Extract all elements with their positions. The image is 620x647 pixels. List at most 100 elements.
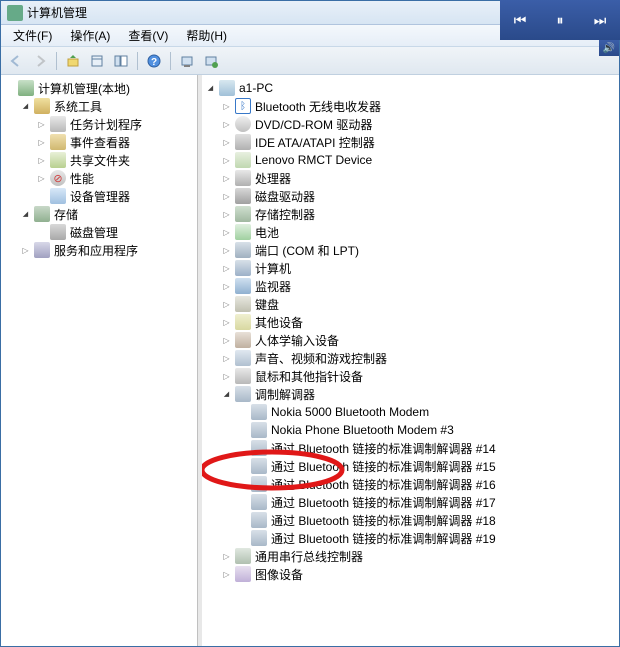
tree-label: Nokia 5000 Bluetooth Modem: [271, 405, 429, 419]
expander-icon[interactable]: [220, 388, 233, 401]
media-player-overlay: ⏮ ⏸ ⏭: [500, 0, 620, 40]
tree-label: 系统工具: [54, 98, 102, 115]
expander-icon[interactable]: [220, 100, 233, 113]
tree-label: 计算机: [255, 260, 291, 277]
expander-icon[interactable]: [220, 118, 233, 131]
expander-icon[interactable]: [220, 172, 233, 185]
expander-icon[interactable]: [220, 316, 233, 329]
expander-icon[interactable]: [220, 370, 233, 383]
device-hid[interactable]: 人体学输入设备: [220, 331, 617, 349]
other-icon: [235, 314, 251, 330]
export-button[interactable]: [200, 50, 222, 72]
device-imaging[interactable]: 图像设备: [220, 565, 617, 583]
expander-icon[interactable]: [35, 136, 48, 149]
expander-icon[interactable]: [19, 208, 32, 221]
device-sound[interactable]: 声音、视频和游戏控制器: [220, 349, 617, 367]
modem-item[interactable]: Nokia 5000 Bluetooth Modem: [236, 403, 617, 421]
device-modem[interactable]: 调制解调器: [220, 385, 617, 403]
volume-icon[interactable]: 🔊: [599, 40, 619, 56]
expander-icon[interactable]: [220, 334, 233, 347]
properties-button[interactable]: [86, 50, 108, 72]
tree-task-scheduler[interactable]: 任务计划程序: [35, 115, 195, 133]
expander-icon[interactable]: [220, 136, 233, 149]
expander-icon[interactable]: [35, 154, 48, 167]
device-cpu[interactable]: 处理器: [220, 169, 617, 187]
modem-item[interactable]: 通过 Bluetooth 链接的标准调制解调器 #18: [236, 511, 617, 529]
device-bluetooth[interactable]: Bluetooth 无线电收发器: [220, 97, 617, 115]
modem-icon: [235, 386, 251, 402]
modem-item[interactable]: 通过 Bluetooth 链接的标准调制解调器 #19: [236, 529, 617, 547]
tree-root-local[interactable]: 计算机管理(本地): [3, 79, 195, 97]
device-monitor[interactable]: 监视器: [220, 277, 617, 295]
keyboard-icon: [235, 296, 251, 312]
modem-item[interactable]: 通过 Bluetooth 链接的标准调制解调器 #15: [236, 457, 617, 475]
tree-services-apps[interactable]: 服务和应用程序: [19, 241, 195, 259]
tree-label: 电池: [255, 224, 279, 241]
tree-shared-folders[interactable]: 共享文件夹: [35, 151, 195, 169]
tree-label: 通过 Bluetooth 链接的标准调制解调器 #19: [271, 530, 496, 547]
media-pause-button[interactable]: ⏸: [546, 6, 574, 34]
menu-action[interactable]: 操作(A): [62, 25, 118, 46]
cpu-icon: [235, 170, 251, 186]
tree-performance[interactable]: 性能: [35, 169, 195, 187]
device-root-pc[interactable]: a1-PC: [204, 79, 617, 97]
tree-label: a1-PC: [239, 81, 273, 95]
expander-icon[interactable]: [220, 298, 233, 311]
menu-help[interactable]: 帮助(H): [178, 25, 235, 46]
expander-icon[interactable]: [35, 172, 48, 185]
tree-disk-management[interactable]: 磁盘管理: [35, 223, 195, 241]
expander-icon[interactable]: [220, 568, 233, 581]
device-storage-controller[interactable]: 存储控制器: [220, 205, 617, 223]
tree-system-tools[interactable]: 系统工具: [19, 97, 195, 115]
expander-icon[interactable]: [220, 280, 233, 293]
expander-icon[interactable]: [204, 82, 217, 95]
expander-icon[interactable]: [220, 208, 233, 221]
forward-button[interactable]: [29, 50, 51, 72]
modem-item[interactable]: Nokia Phone Bluetooth Modem #3: [236, 421, 617, 439]
device-port[interactable]: 端口 (COM 和 LPT): [220, 241, 617, 259]
device-usb[interactable]: 通用串行总线控制器: [220, 547, 617, 565]
expander-icon[interactable]: [220, 352, 233, 365]
back-button[interactable]: [5, 50, 27, 72]
device-keyboard[interactable]: 键盘: [220, 295, 617, 313]
up-button[interactable]: [62, 50, 84, 72]
tree-label: 其他设备: [255, 314, 303, 331]
device-other[interactable]: 其他设备: [220, 313, 617, 331]
separator-icon: [137, 52, 138, 70]
expander-icon[interactable]: [220, 154, 233, 167]
expander-icon[interactable]: [220, 190, 233, 203]
device-mouse[interactable]: 鼠标和其他指针设备: [220, 367, 617, 385]
expander-icon[interactable]: [220, 262, 233, 275]
media-next-button[interactable]: ⏭: [586, 6, 614, 34]
show-hide-tree-button[interactable]: [110, 50, 132, 72]
device-battery[interactable]: 电池: [220, 223, 617, 241]
computer-icon: [235, 260, 251, 276]
expander-icon[interactable]: [35, 118, 48, 131]
device-lenovo[interactable]: Lenovo RMCT Device: [220, 151, 617, 169]
modem-item[interactable]: 通过 Bluetooth 链接的标准调制解调器 #16: [236, 475, 617, 493]
menu-file[interactable]: 文件(F): [5, 25, 60, 46]
modem-item[interactable]: 通过 Bluetooth 链接的标准调制解调器 #17: [236, 493, 617, 511]
device-disk[interactable]: 磁盘驱动器: [220, 187, 617, 205]
usb-icon: [235, 548, 251, 564]
media-prev-button[interactable]: ⏮: [506, 6, 534, 34]
tree-event-viewer[interactable]: 事件查看器: [35, 133, 195, 151]
tree-device-manager[interactable]: 设备管理器: [35, 187, 195, 205]
content-area: 计算机管理(本地) 系统工具: [1, 75, 619, 646]
menu-view[interactable]: 查看(V): [120, 25, 176, 46]
modem-item[interactable]: 通过 Bluetooth 链接的标准调制解调器 #14: [236, 439, 617, 457]
expander-icon[interactable]: [19, 100, 32, 113]
help-button[interactable]: ?: [143, 50, 165, 72]
device-ide[interactable]: IDE ATA/ATAPI 控制器: [220, 133, 617, 151]
refresh-button[interactable]: [176, 50, 198, 72]
svg-text:?: ?: [151, 57, 157, 68]
expander-icon[interactable]: [220, 226, 233, 239]
expander-icon[interactable]: [19, 244, 32, 257]
expander-icon[interactable]: [220, 244, 233, 257]
device-dvd[interactable]: DVD/CD-ROM 驱动器: [220, 115, 617, 133]
mgmt-icon: [18, 80, 34, 96]
tree-label: 设备管理器: [70, 188, 130, 205]
tree-storage[interactable]: 存储: [19, 205, 195, 223]
device-computer[interactable]: 计算机: [220, 259, 617, 277]
expander-icon[interactable]: [220, 550, 233, 563]
